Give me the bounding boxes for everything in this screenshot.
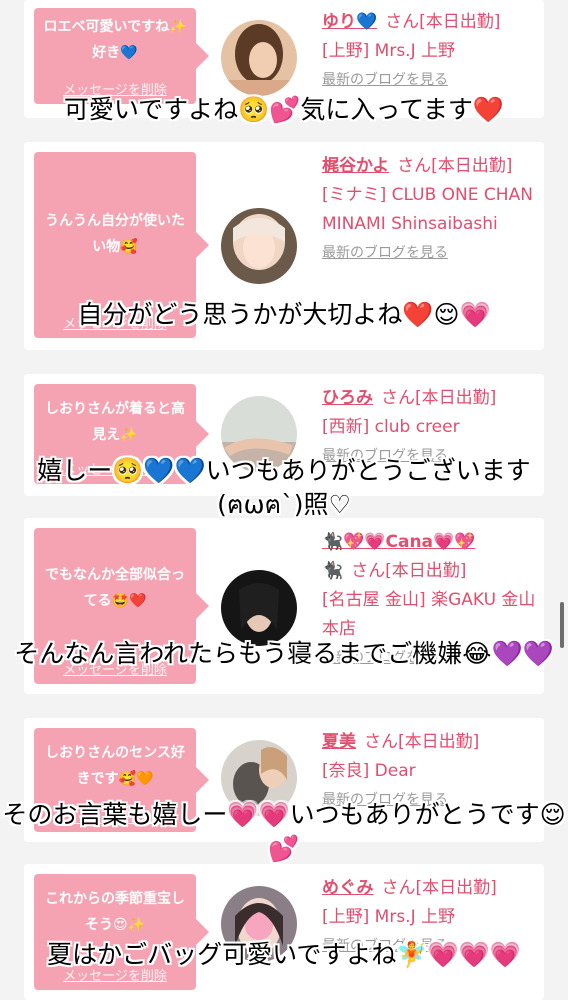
- cast-location: [ミナミ] CLUB ONE CHAN MINAMI Shinsaibashi: [322, 185, 533, 234]
- story-caption: そのお言葉も嬉しー💗💗いつもありがとうです😌💕: [2, 800, 566, 863]
- message-text: しおりさんのセンス好きです🥰🧡: [45, 745, 185, 787]
- cast-status: さん[本日出勤]: [351, 561, 467, 581]
- cast-info: ゆり💙 さん[本日出勤] [上野] Mrs.J 上野 最新のブログを見る: [322, 8, 540, 95]
- cast-location: [上野] Mrs.J 上野: [322, 41, 456, 61]
- cast-location: [上野] Mrs.J 上野: [322, 907, 456, 927]
- message-text: しおりさんが着ると高見え✨: [45, 401, 185, 443]
- story-caption: そんなん言われたらもう寝るまでご機嫌😂💜💜: [14, 639, 554, 668]
- cast-location: [奈良] Dear: [322, 761, 416, 781]
- cast-name-extra: 🐈‍⬛: [322, 561, 344, 581]
- cast-name-link[interactable]: ゆり💙: [322, 12, 377, 32]
- avatar[interactable]: [221, 20, 297, 96]
- latest-blog-link[interactable]: 最新のブログを見る: [322, 239, 540, 268]
- avatar[interactable]: [221, 208, 297, 284]
- cast-status: さん[本日出勤]: [364, 732, 480, 752]
- message-text: でもなんか全部似合ってる🤩❤️: [45, 567, 185, 609]
- story-caption: 自分がどう思うかが大切よね❤️😌💗: [77, 300, 491, 329]
- cast-status: さん[本日出勤]: [381, 878, 497, 898]
- story-caption: 夏はかごバッグ可愛いですよね🧚💗💗💗: [47, 940, 521, 969]
- message-text: うんうん自分が使いたい物🥰: [45, 213, 185, 255]
- cast-name-link[interactable]: 梶谷かよ: [322, 156, 389, 176]
- cast-name-link[interactable]: 夏美: [322, 732, 356, 752]
- message-bubble: これからの季節重宝しそう😍✨ メッセージを削除: [34, 874, 209, 990]
- message-bubble: ロエベ可愛いですね✨好き💙 メッセージを削除: [34, 8, 209, 104]
- cast-name-link[interactable]: めぐみ: [322, 878, 374, 898]
- message-card: これからの季節重宝しそう😍✨ メッセージを削除 めぐみ さん[本日出勤] [上野]…: [24, 864, 544, 1000]
- story-caption: 可愛いですよね🥺💕気に入ってます❤️: [63, 95, 505, 124]
- cast-location: [西新] club creer: [322, 417, 460, 437]
- cast-info: 梶谷かよ さん[本日出勤] [ミナミ] CLUB ONE CHAN MINAMI …: [322, 152, 540, 268]
- story-caption: 嬉しー🥺💙💙いつもありがとうございます(ฅωฅ`)照♡: [37, 456, 531, 519]
- cast-location: [名古屋 金山] 楽GAKU 金山本店: [322, 590, 536, 639]
- message-text: これからの季節重宝しそう😍✨: [45, 891, 185, 933]
- cast-status: さん[本日出勤]: [397, 156, 513, 176]
- latest-blog-link[interactable]: 最新のブログを見る: [322, 66, 540, 95]
- message-text: ロエベ可愛いですね✨好き💙: [43, 19, 187, 61]
- avatar[interactable]: [221, 570, 297, 646]
- cast-status: さん[本日出勤]: [385, 12, 501, 32]
- cast-name-link[interactable]: ひろみ: [322, 388, 373, 408]
- cast-name-link[interactable]: 🐈‍⬛💖💗Cana💗💖: [322, 532, 475, 552]
- cast-status: さん[本日出勤]: [381, 388, 497, 408]
